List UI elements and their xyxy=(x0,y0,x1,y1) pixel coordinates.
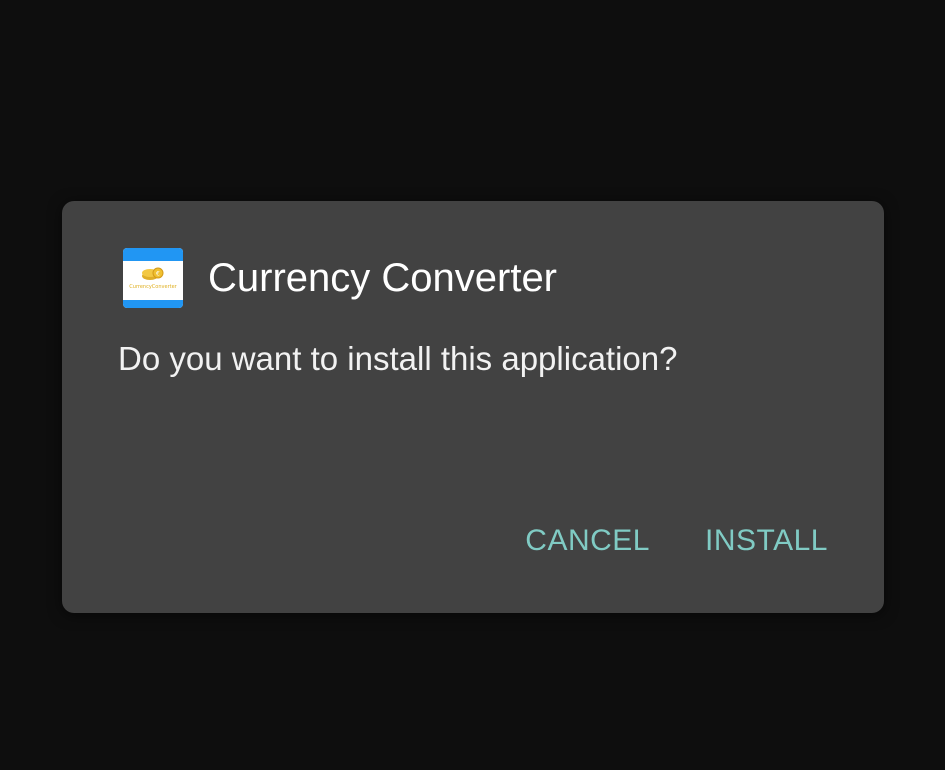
dialog-message: Do you want to install this application? xyxy=(118,340,678,377)
screen-background: € CurrencyConverter Currency Converter D… xyxy=(0,0,945,770)
dialog-title: Currency Converter xyxy=(208,256,558,300)
app-icon-bottom-band xyxy=(123,300,183,308)
install-button[interactable]: INSTALL xyxy=(705,523,828,559)
app-icon-top-band xyxy=(123,248,183,261)
coin-icon: € xyxy=(142,267,164,280)
dialog-actions: CANCEL INSTALL xyxy=(525,523,828,559)
install-dialog: € CurrencyConverter Currency Converter D… xyxy=(62,201,884,613)
app-icon-caption: CurrencyConverter xyxy=(129,284,177,290)
cancel-button[interactable]: CANCEL xyxy=(525,523,650,559)
app-icon: € CurrencyConverter xyxy=(123,248,183,308)
svg-text:€: € xyxy=(156,271,160,278)
dialog-header: € CurrencyConverter Currency Converter xyxy=(123,248,557,308)
